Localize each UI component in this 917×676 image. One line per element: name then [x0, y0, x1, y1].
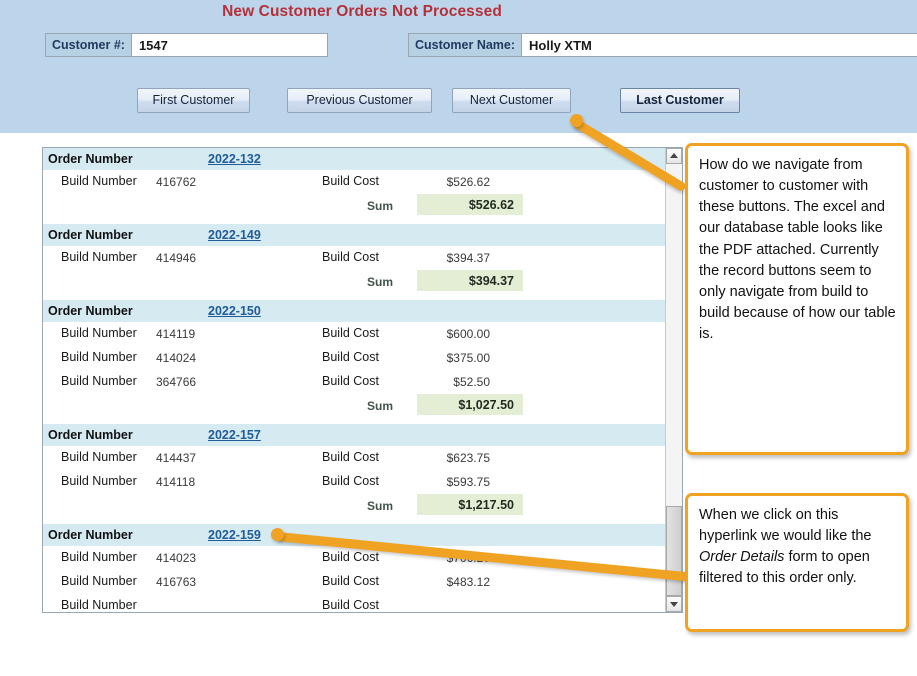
page-title: New Customer Orders Not Processed	[222, 3, 502, 20]
sum-value: $1,027.50	[417, 394, 523, 415]
order-sum-row: Sum $1,217.50	[43, 494, 666, 518]
order-number-hyperlink[interactable]: 2022-157	[208, 428, 261, 442]
build-cost-value: $52.50	[453, 375, 490, 389]
build-number-label: Build Number	[61, 574, 137, 588]
build-number-label: Build Number	[61, 550, 137, 564]
scroll-up-icon[interactable]	[666, 148, 682, 164]
build-number-label: Build Number	[61, 598, 137, 612]
order-header-row: Order Number 2022-157	[43, 424, 666, 446]
sum-label: Sum	[367, 275, 394, 289]
sum-value: $1,217.50	[417, 494, 523, 515]
order-number-label: Order Number	[48, 428, 133, 442]
build-number-label: Build Number	[61, 474, 137, 488]
build-cost-label: Build Cost	[322, 250, 379, 264]
previous-customer-button[interactable]: Previous Customer	[287, 88, 432, 113]
table-row: Build Number 414119 Build Cost $600.00	[43, 322, 666, 346]
build-number-label: Build Number	[61, 326, 137, 340]
callout-navigation-text: How do we navigate from customer to cust…	[699, 157, 896, 343]
form-window: New Customer Orders Not Processed Custom…	[0, 0, 917, 676]
build-number-value: 414946	[156, 251, 197, 265]
table-row: Build Number Build Cost	[43, 594, 666, 612]
customer-number-input[interactable]: 1547	[131, 33, 328, 57]
order-sum-row: Sum $1,027.50	[43, 394, 666, 418]
vertical-scrollbar[interactable]	[665, 148, 682, 612]
order-number-hyperlink[interactable]: 2022-132	[208, 152, 261, 166]
build-number-label: Build Number	[61, 374, 137, 388]
scrollbar-track[interactable]	[666, 164, 682, 596]
callout-navigation: How do we navigate from customer to cust…	[685, 143, 909, 455]
order-number-hyperlink[interactable]: 2022-149	[208, 228, 261, 242]
order-number-label: Order Number	[48, 304, 133, 318]
build-cost-value: $526.62	[446, 175, 490, 189]
order-number-hyperlink[interactable]: 2022-159	[208, 528, 261, 542]
customer-number-field-group: Customer #: 1547	[45, 33, 328, 57]
build-number-value: 414119	[156, 327, 196, 341]
build-number-value: 416763	[156, 575, 197, 589]
build-cost-label: Build Cost	[322, 574, 379, 588]
table-row: Build Number 414024 Build Cost $375.00	[43, 346, 666, 370]
table-row: Build Number 416762 Build Cost $526.62	[43, 170, 666, 194]
callout-hyperlink-emphasis: Order Details	[699, 549, 785, 566]
last-customer-button[interactable]: Last Customer	[620, 88, 740, 113]
order-number-hyperlink[interactable]: 2022-150	[208, 304, 261, 318]
build-number-value: 414437	[156, 451, 197, 465]
table-row: Build Number 414946 Build Cost $394.37	[43, 246, 666, 270]
customer-name-label: Customer Name:	[408, 33, 523, 57]
order-sum-row: Sum $526.62	[43, 194, 666, 218]
table-row: Build Number 414437 Build Cost $623.75	[43, 446, 666, 470]
build-cost-value: $623.75	[446, 451, 490, 465]
build-cost-label: Build Cost	[322, 550, 379, 564]
sum-value: $526.62	[417, 194, 523, 215]
build-cost-value: $375.00	[446, 351, 490, 365]
customer-number-label: Customer #:	[45, 33, 132, 57]
build-cost-label: Build Cost	[322, 374, 379, 388]
build-cost-value: $394.37	[446, 251, 490, 265]
sum-label: Sum	[367, 199, 394, 213]
build-cost-label: Build Cost	[322, 326, 379, 340]
table-row: Build Number 414118 Build Cost $593.75	[43, 470, 666, 494]
next-customer-button[interactable]: Next Customer	[452, 88, 571, 113]
scrollbar-thumb[interactable]	[666, 506, 682, 596]
build-cost-label: Build Cost	[322, 350, 379, 364]
customer-name-field-group: Customer Name: Holly XTM	[408, 33, 917, 57]
callout-anchor-dot-hyperlink	[271, 528, 284, 541]
build-number-label: Build Number	[61, 350, 137, 364]
sum-value: $394.37	[417, 270, 523, 291]
order-header-row: Order Number 2022-132	[43, 148, 666, 170]
customer-name-input[interactable]: Holly XTM	[522, 33, 917, 57]
build-number-value: 414118	[156, 475, 196, 489]
build-cost-label: Build Cost	[322, 174, 379, 188]
order-header-row: Order Number 2022-150	[43, 300, 666, 322]
build-number-value: 414024	[156, 351, 197, 365]
table-row: Build Number 364766 Build Cost $52.50	[43, 370, 666, 394]
build-cost-value: $483.12	[446, 575, 490, 589]
build-cost-value: $593.75	[446, 475, 490, 489]
callout-anchor-dot-navigation	[570, 114, 583, 127]
build-cost-value: $600.00	[446, 327, 490, 341]
sum-label: Sum	[367, 399, 394, 413]
table-row: Build Number 416763 Build Cost $483.12	[43, 570, 666, 594]
build-number-label: Build Number	[61, 450, 137, 464]
build-cost-label: Build Cost	[322, 598, 379, 612]
first-customer-button[interactable]: First Customer	[137, 88, 250, 113]
sum-label: Sum	[367, 499, 394, 513]
order-header-row: Order Number 2022-149	[43, 224, 666, 246]
build-cost-label: Build Cost	[322, 474, 379, 488]
form-header-band: New Customer Orders Not Processed Custom…	[0, 0, 917, 133]
order-sum-row: Sum $394.37	[43, 270, 666, 294]
build-number-label: Build Number	[61, 250, 137, 264]
build-cost-label: Build Cost	[322, 450, 379, 464]
build-number-label: Build Number	[61, 174, 137, 188]
callout-hyperlink: When we click on this hyperlink we would…	[685, 493, 909, 632]
scroll-down-icon[interactable]	[666, 596, 682, 612]
order-number-label: Order Number	[48, 228, 133, 242]
build-number-value: 416762	[156, 175, 197, 189]
order-number-label: Order Number	[48, 152, 133, 166]
build-number-value: 414023	[156, 551, 197, 565]
callout-hyperlink-text-part1: When we click on this hyperlink we would…	[699, 507, 872, 545]
order-number-label: Order Number	[48, 528, 133, 542]
build-number-value: 364766	[156, 375, 197, 389]
